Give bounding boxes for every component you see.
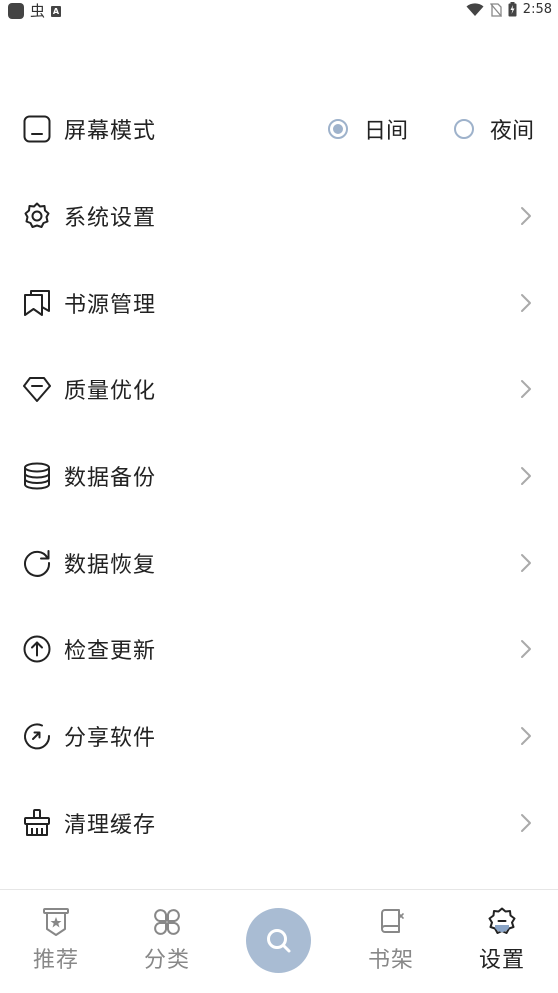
- menu-item-check-update[interactable]: 检查更新: [0, 606, 558, 693]
- a-notification-icon: A: [51, 5, 62, 17]
- status-bar: 虫 A 2:58: [0, 0, 558, 24]
- diamond-icon: [22, 374, 52, 404]
- tab-recommend[interactable]: 推荐: [11, 890, 101, 993]
- day-mode-radio[interactable]: [327, 119, 348, 140]
- screen-icon: [22, 114, 52, 144]
- day-mode-label: 日间: [363, 119, 408, 145]
- tab-label: 书架: [367, 948, 414, 973]
- broom-icon: [22, 808, 52, 838]
- share-rotate-icon: [22, 721, 52, 751]
- menu-item-label: 书源管理: [64, 292, 157, 318]
- menu-item-share-app[interactable]: 分享软件: [0, 693, 558, 780]
- recommend-badge-icon: [40, 906, 72, 938]
- day-mode-option[interactable]: 日间: [327, 113, 408, 145]
- no-sim-icon: [489, 2, 502, 17]
- search-icon: [266, 928, 290, 952]
- gear-icon: [22, 201, 52, 231]
- tab-label: 设置: [478, 948, 525, 973]
- chevron-right-icon: [520, 293, 532, 313]
- menu-item-quality-optimization[interactable]: 质量优化: [0, 346, 558, 433]
- night-mode-radio[interactable]: [453, 119, 474, 140]
- menu-item-label: 分享软件: [64, 726, 157, 752]
- refresh-icon: [22, 548, 52, 578]
- theme-radio-group: 日间 夜间: [327, 113, 534, 145]
- menu-item-clear-cache[interactable]: 清理缓存: [0, 780, 558, 867]
- menu-item-label: 质量优化: [64, 379, 157, 405]
- bookmark-icon: [22, 288, 52, 318]
- chevron-right-icon: [520, 813, 532, 833]
- screen-mode-label: 屏幕模式: [64, 119, 157, 145]
- chevron-right-icon: [520, 553, 532, 573]
- menu-item-label: 检查更新: [64, 639, 157, 665]
- settings-menu: 屏幕模式 日间 夜间 系统设置 书源管理 质量优化 数据备份 数据恢复 检查更新…: [0, 86, 558, 866]
- bottom-nav: 推荐 分类 书架 设置: [0, 889, 558, 993]
- settings-gear-icon: [486, 906, 518, 938]
- menu-item-system-settings[interactable]: 系统设置: [0, 173, 558, 260]
- category-icon: [151, 906, 183, 938]
- search-button[interactable]: [246, 908, 311, 973]
- bookshelf-icon: [375, 906, 407, 938]
- tab-bookshelf[interactable]: 书架: [346, 890, 436, 993]
- status-time: 2:58: [522, 2, 552, 17]
- menu-item-label: 清理缓存: [64, 812, 157, 838]
- chevron-right-icon: [520, 206, 532, 226]
- menu-item-source-management[interactable]: 书源管理: [0, 259, 558, 346]
- menu-item-data-backup[interactable]: 数据备份: [0, 433, 558, 520]
- arrow-up-circle-icon: [22, 634, 52, 664]
- chevron-right-icon: [520, 466, 532, 486]
- tab-category[interactable]: 分类: [122, 890, 212, 993]
- night-mode-option[interactable]: 夜间: [453, 113, 534, 145]
- bug-notification-icon: 虫: [30, 2, 46, 20]
- night-mode-label: 夜间: [489, 119, 534, 145]
- tab-label: 分类: [143, 948, 190, 973]
- wifi-icon: [466, 2, 484, 16]
- battery-charging-icon: [508, 2, 517, 17]
- screen-mode-row: 屏幕模式 日间 夜间: [0, 86, 558, 173]
- chevron-right-icon: [520, 379, 532, 399]
- tab-settings[interactable]: 设置: [457, 890, 547, 993]
- menu-item-label: 系统设置: [64, 206, 157, 232]
- tab-label: 推荐: [32, 948, 79, 973]
- menu-item-label: 数据恢复: [64, 552, 157, 578]
- chevron-right-icon: [520, 639, 532, 659]
- app-notification-icon: [8, 3, 24, 19]
- chevron-right-icon: [520, 726, 532, 746]
- menu-item-label: 数据备份: [64, 466, 157, 492]
- database-icon: [22, 461, 52, 491]
- menu-item-data-restore[interactable]: 数据恢复: [0, 519, 558, 606]
